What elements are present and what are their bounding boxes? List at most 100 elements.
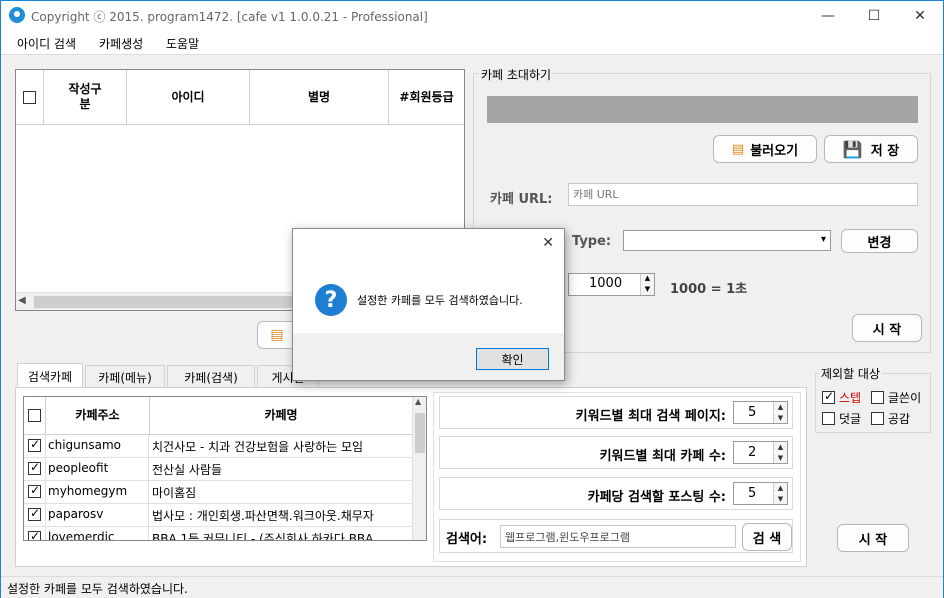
title-bar: Copyright ⓒ 2015. program1472. [cafe v1 … <box>1 1 943 31</box>
max-pages-row: 키워드별 최대 검색 페이지: 5 ▲ ▼ <box>439 396 793 429</box>
column-header-grade[interactable]: #회원등급 <box>389 70 464 124</box>
max-cafes-value: 2 <box>748 445 757 460</box>
keyword-input[interactable] <box>500 525 736 548</box>
row-divider <box>148 504 149 527</box>
spin-down-icon[interactable]: ▼ <box>773 413 787 423</box>
vertical-scrollbar[interactable]: ▲ <box>412 397 426 540</box>
dialog-close-icon[interactable]: ✕ <box>542 235 554 251</box>
save-button[interactable]: 💾 저 장 <box>824 135 918 163</box>
cafe-select-all-checkbox[interactable] <box>28 409 41 422</box>
cafe-name-cell: 마이홈짐 <box>152 486 197 500</box>
row-divider <box>148 458 149 481</box>
change-button[interactable]: 변경 <box>841 229 918 253</box>
row-check-cell <box>24 504 46 527</box>
scroll-left-icon[interactable]: ◀ <box>18 295 26 306</box>
exclude-comment-option[interactable]: 덧글 <box>822 410 861 427</box>
exclude-start-button[interactable]: 시 작 <box>837 524 909 552</box>
cafe-select-all-cell <box>24 397 46 434</box>
menu-id-search[interactable]: 아이디 검색 <box>17 35 76 52</box>
scroll-up-icon[interactable]: ▲ <box>415 397 421 406</box>
cafe-url-input[interactable] <box>568 183 918 206</box>
max-cafes-spinner[interactable]: 2 ▲ ▼ <box>733 441 788 464</box>
tab-cafe-search[interactable]: 카페(검색) <box>167 365 255 388</box>
posts-value: 5 <box>748 486 757 501</box>
menu-bar: 아이디 검색 카페생성 도움말 <box>1 31 943 55</box>
row-checkbox[interactable] <box>28 437 41 452</box>
interval-spinner[interactable]: 1000 ▲ ▼ <box>568 273 655 296</box>
search-button[interactable]: 검 색 <box>742 523 792 551</box>
menu-help[interactable]: 도움말 <box>166 35 199 52</box>
close-button[interactable]: ✕ <box>897 1 943 31</box>
tab-search-cafe[interactable]: 검색카페 <box>17 363 83 388</box>
invite-start-button[interactable]: 시 작 <box>852 314 922 342</box>
table-row[interactable]: lovemerdic BBA 1등 커뮤니티 - (주식회사 하카다 BBA <box>24 527 412 540</box>
row-check-cell <box>24 458 46 481</box>
exclude-staff-option[interactable]: 스텝 <box>822 389 861 406</box>
member-select-all-checkbox[interactable] <box>23 90 36 104</box>
table-row[interactable]: chigunsamo 치건사모 - 치과 건강보험을 사랑하는 모임 <box>24 435 412 458</box>
column-header-nickname[interactable]: 별명 <box>250 70 389 124</box>
table-row[interactable]: paparosv 법사모 : 개인회생.파산면책.워크아웃.채무자 <box>24 504 412 527</box>
row-checkbox[interactable] <box>28 483 41 498</box>
spin-up-icon[interactable]: ▲ <box>640 274 654 285</box>
exclude-like-option[interactable]: 공감 <box>871 410 910 427</box>
spin-up-icon[interactable]: ▲ <box>773 402 787 412</box>
table-row[interactable]: myhomegym 마이홈짐 <box>24 481 412 504</box>
load-button[interactable]: ▤ 불러오기 <box>713 135 817 163</box>
invite-progress-bar <box>487 96 918 123</box>
spin-down-icon[interactable]: ▼ <box>773 453 787 463</box>
cafe-grid-body: chigunsamo 치건사모 - 치과 건강보험을 사랑하는 모임 peopleo… <box>24 435 412 540</box>
keyword-label: 검색어: <box>446 532 488 547</box>
exclude-like-checkbox[interactable] <box>871 412 884 425</box>
exclude-staff-label: 스텝 <box>839 391 862 405</box>
exclude-author-checkbox[interactable] <box>871 391 884 404</box>
window-title: Copyright ⓒ 2015. program1472. [cafe v1 … <box>31 10 428 24</box>
column-header-cafe-address[interactable]: 카페주소 <box>46 397 150 434</box>
status-text: 설정한 카페를 모두 검색하였습니다. <box>7 582 188 596</box>
minimize-button[interactable]: — <box>805 1 851 31</box>
row-checkbox[interactable] <box>28 460 41 475</box>
interval-value: 1000 <box>589 276 623 291</box>
floppy-save-icon: 💾 <box>842 139 863 159</box>
scrollbar-thumb-vertical[interactable] <box>415 413 425 453</box>
cafe-grid[interactable]: 카페주소 카페명 chigunsamo 치건사모 - 치과 건강보험을 사랑하는 … <box>23 396 427 541</box>
column-header-author-type[interactable]: 작성구 분 <box>44 70 127 124</box>
spin-up-icon[interactable]: ▲ <box>773 442 787 452</box>
maximize-button[interactable]: ☐ <box>851 1 897 31</box>
exclude-comment-checkbox[interactable] <box>822 412 835 425</box>
row-checkbox[interactable] <box>28 529 41 540</box>
table-row[interactable]: peopleofit 전산실 사람들 <box>24 458 412 481</box>
chevron-down-icon[interactable]: ▾ <box>821 234 826 245</box>
member-grid-header: 작성구 분 아이디 별명 #회원등급 <box>16 70 464 125</box>
max-pages-spinner[interactable]: 5 ▲ ▼ <box>733 401 788 424</box>
scrollbar-thumb[interactable] <box>34 296 294 308</box>
cafe-address-cell: chigunsamo <box>48 438 122 452</box>
cafe-name-cell: 전산실 사람들 <box>152 463 223 477</box>
save-button-label: 저 장 <box>870 143 900 159</box>
dialog-footer: 확인 <box>293 333 564 380</box>
load-file-icon-button[interactable]: ▤ <box>257 321 297 349</box>
tab-cafe-menu[interactable]: 카페(메뉴) <box>85 365 165 388</box>
max-cafes-label: 키워드별 최대 카페 수: <box>599 449 726 464</box>
type-select[interactable]: ▾ <box>623 230 831 251</box>
column-header-cafe-name[interactable]: 카페명 <box>150 397 412 434</box>
row-checkbox[interactable] <box>28 506 41 521</box>
max-cafes-row: 키워드별 최대 카페 수: 2 ▲ ▼ <box>439 436 793 469</box>
menu-cafe-create[interactable]: 카페생성 <box>99 35 143 52</box>
row-divider <box>148 527 149 540</box>
column-header-id[interactable]: 아이디 <box>127 70 250 124</box>
spin-up-icon[interactable]: ▲ <box>773 483 787 493</box>
exclude-staff-checkbox[interactable] <box>822 389 835 404</box>
exclude-author-label: 글쓴이 <box>888 391 922 405</box>
posts-spinner[interactable]: 5 ▲ ▼ <box>733 482 788 505</box>
exclude-author-option[interactable]: 글쓴이 <box>871 389 921 406</box>
cafe-name-cell: BBA 1등 커뮤니티 - (주식회사 하카다 BBA <box>152 532 374 540</box>
cafe-address-cell: lovemerdic <box>48 530 115 540</box>
exclude-comment-label: 덧글 <box>839 412 862 426</box>
ok-button[interactable]: 확인 <box>476 348 549 370</box>
exclude-group-title: 제외할 대상 <box>819 365 883 382</box>
invite-group-title: 카페 초대하기 <box>479 66 554 83</box>
spin-down-icon[interactable]: ▼ <box>640 285 654 295</box>
spin-down-icon[interactable]: ▼ <box>773 494 787 504</box>
app-icon <box>9 7 25 23</box>
